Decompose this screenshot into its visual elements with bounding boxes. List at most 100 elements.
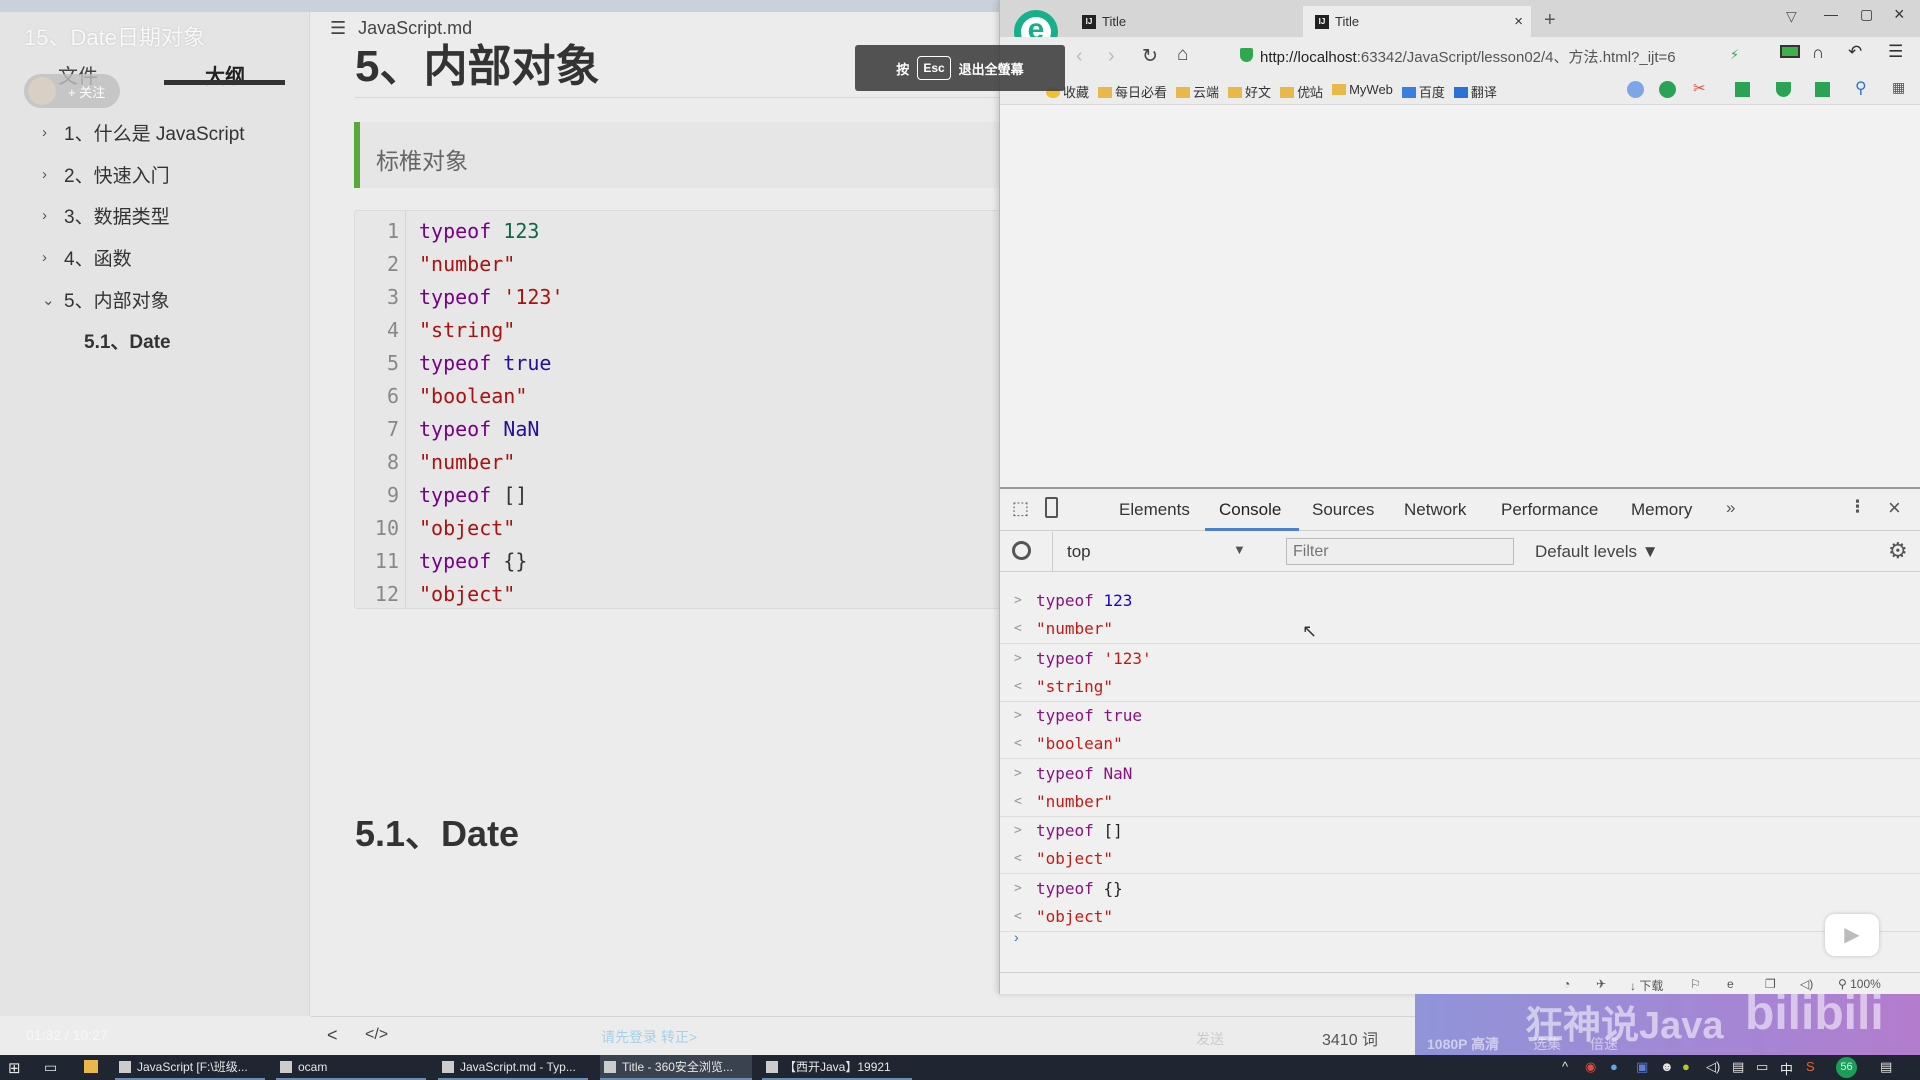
speedup-icon[interactable]: ◔: [1563, 977, 1570, 991]
flag-icon[interactable]: ⚐: [1690, 977, 1701, 991]
speed-button[interactable]: 倍速: [1590, 1034, 1618, 1054]
bookmark-item[interactable]: 百度: [1401, 82, 1445, 101]
send-button[interactable]: 发送: [1196, 1029, 1224, 1049]
clear-console-icon[interactable]: [1012, 541, 1031, 560]
code-token: true: [503, 351, 552, 375]
context-value: top: [1067, 542, 1091, 561]
forward-icon[interactable]: ›: [1108, 45, 1115, 68]
tray-app-icon[interactable]: ●: [1610, 1059, 1618, 1074]
minimize-icon[interactable]: —: [1824, 6, 1838, 22]
context-select[interactable]: top ▼: [1052, 532, 1256, 571]
taskbar-item[interactable]: Title - 360安全浏览...: [600, 1055, 752, 1080]
badge-56[interactable]: 56: [1836, 1057, 1857, 1078]
devtools-tab-memory[interactable]: Memory: [1631, 500, 1692, 520]
levels-dropdown[interactable]: Default levels ▼: [1535, 542, 1659, 562]
ime-indicator[interactable]: 中: [1780, 1059, 1793, 1078]
windows-start-icon[interactable]: ⊞: [8, 1059, 21, 1077]
apps-icon[interactable]: ▦: [1892, 79, 1905, 96]
source-mode-button[interactable]: </>: [365, 1026, 388, 1044]
devtools-tab-elements[interactable]: Elements: [1119, 500, 1190, 520]
quality-button[interactable]: 1080P 高清: [1427, 1034, 1499, 1054]
taskbar-item[interactable]: JavaScript [F:\班级...: [115, 1055, 265, 1080]
wallet-icon[interactable]: [1776, 82, 1791, 97]
bookmark-item[interactable]: 每日必看: [1098, 82, 1167, 101]
more-tabs-icon[interactable]: »: [1726, 498, 1735, 518]
notifications-icon[interactable]: ▤: [1880, 1059, 1892, 1075]
skin-icon[interactable]: ▽: [1786, 8, 1797, 25]
menu-icon[interactable]: ☰: [1888, 42, 1903, 62]
battery-icon[interactable]: ▭: [1756, 1059, 1768, 1075]
reader-icon[interactable]: [1659, 81, 1676, 98]
code-text: "boolean": [419, 380, 527, 413]
file-explorer-icon[interactable]: [84, 1060, 98, 1073]
battery-icon[interactable]: [1780, 45, 1800, 58]
bookmark-item[interactable]: MyWeb: [1332, 82, 1393, 101]
tray-360-icon[interactable]: ●: [1682, 1059, 1690, 1074]
console-prompt-icon[interactable]: ›: [1014, 929, 1019, 945]
video-time: 01:32 / 10:27: [26, 1027, 108, 1043]
outline-item[interactable]: ⌄ 5、内部对象: [42, 286, 170, 313]
video-play-overlay-icon[interactable]: ▶: [1825, 914, 1879, 956]
more-bookmarks-icon[interactable]: »: [1306, 82, 1313, 97]
speed-icon[interactable]: ⚡: [1730, 47, 1739, 63]
close-devtools-icon[interactable]: ×: [1888, 495, 1901, 521]
bookmark-item[interactable]: 云端: [1176, 82, 1219, 101]
rocket-icon[interactable]: ✈: [1596, 977, 1606, 991]
reload-icon[interactable]: ↻: [1142, 45, 1158, 68]
tray-app-icon[interactable]: ◉: [1585, 1059, 1596, 1075]
device-toolbar-icon[interactable]: [1045, 497, 1058, 518]
search-icon[interactable]: ⚲: [1855, 78, 1867, 98]
code-line: 12 "object": [355, 578, 1000, 611]
bookmark-item[interactable]: 翻译: [1453, 82, 1497, 101]
screenshot-icon[interactable]: ✂: [1693, 79, 1706, 97]
code-block[interactable]: 1 typeof 123 2 "number" 3 typeof '123' 4 "strin…: [354, 210, 1000, 609]
episodes-button[interactable]: 选集: [1533, 1034, 1561, 1054]
outline-item[interactable]: › 3、数据类型: [42, 202, 170, 229]
settings-gear-icon[interactable]: ⚙: [1888, 538, 1908, 564]
back-button[interactable]: <: [327, 1025, 338, 1046]
back-icon[interactable]: ‹: [1076, 45, 1083, 68]
menu-icon[interactable]: ☰: [330, 18, 346, 39]
download-button[interactable]: ↓ 下载: [1630, 977, 1663, 994]
inspect-element-icon[interactable]: ⬚: [1012, 498, 1029, 519]
close-window-icon[interactable]: ×: [1894, 4, 1905, 25]
filter-input[interactable]: [1286, 538, 1514, 565]
close-tab-icon[interactable]: ×: [1514, 13, 1523, 30]
undo-icon[interactable]: ↶: [1848, 42, 1862, 62]
outline-item-child[interactable]: 5.1、Date: [84, 327, 171, 354]
devtools-tab-performance[interactable]: Performance: [1501, 500, 1598, 520]
home-icon[interactable]: ⌂: [1177, 44, 1188, 66]
mouse-cursor-icon: ↖: [1302, 621, 1318, 641]
ie-mode-icon[interactable]: e: [1727, 977, 1734, 991]
headphones-icon[interactable]: ∩: [1812, 43, 1824, 63]
devtools-tab-network[interactable]: Network: [1404, 500, 1466, 520]
url-field[interactable]: http://localhost:63342/JavaScript/lesson…: [1260, 46, 1676, 67]
taskbar-item[interactable]: JavaScript.md - Typ...: [438, 1055, 588, 1080]
follow-button[interactable]: + 关注: [24, 74, 120, 108]
translate-extension-icon[interactable]: [1735, 82, 1750, 97]
tray-expand-icon[interactable]: ^: [1562, 1059, 1568, 1074]
maximize-icon[interactable]: ▢: [1860, 6, 1873, 23]
browser-tab-active[interactable]: IJ Title ×: [1303, 6, 1531, 37]
devtools-tab-sources[interactable]: Sources: [1312, 500, 1374, 520]
network-icon[interactable]: ▤: [1732, 1059, 1744, 1075]
sogou-icon[interactable]: S: [1806, 1059, 1815, 1074]
qq-icon[interactable]: ☻: [1660, 1059, 1674, 1074]
game-icon[interactable]: [1815, 82, 1830, 97]
code-token: true: [1103, 706, 1142, 725]
kebab-menu-icon[interactable]: ⋮: [1849, 497, 1866, 517]
bookmark-item[interactable]: 优站: [1280, 82, 1323, 101]
volume-icon[interactable]: ◁): [1706, 1059, 1720, 1075]
taskbar-item[interactable]: ocam: [276, 1055, 426, 1080]
devtools-tab-console[interactable]: Console: [1219, 500, 1281, 520]
browser-tab[interactable]: IJ Title: [1070, 6, 1300, 37]
ad-block-icon[interactable]: [1627, 81, 1644, 98]
outline-item[interactable]: › 1、什么是 JavaScript: [42, 119, 245, 146]
tray-v2-icon[interactable]: ▣: [1636, 1059, 1648, 1075]
new-tab-button[interactable]: +: [1544, 9, 1556, 32]
outline-item[interactable]: › 2、快速入门: [42, 161, 170, 188]
taskbar-item[interactable]: 【西开Java】19921: [762, 1055, 912, 1080]
task-view-icon[interactable]: ▭: [44, 1059, 57, 1076]
bookmark-item[interactable]: 好文: [1228, 82, 1271, 101]
outline-item[interactable]: › 4、函数: [42, 244, 132, 271]
